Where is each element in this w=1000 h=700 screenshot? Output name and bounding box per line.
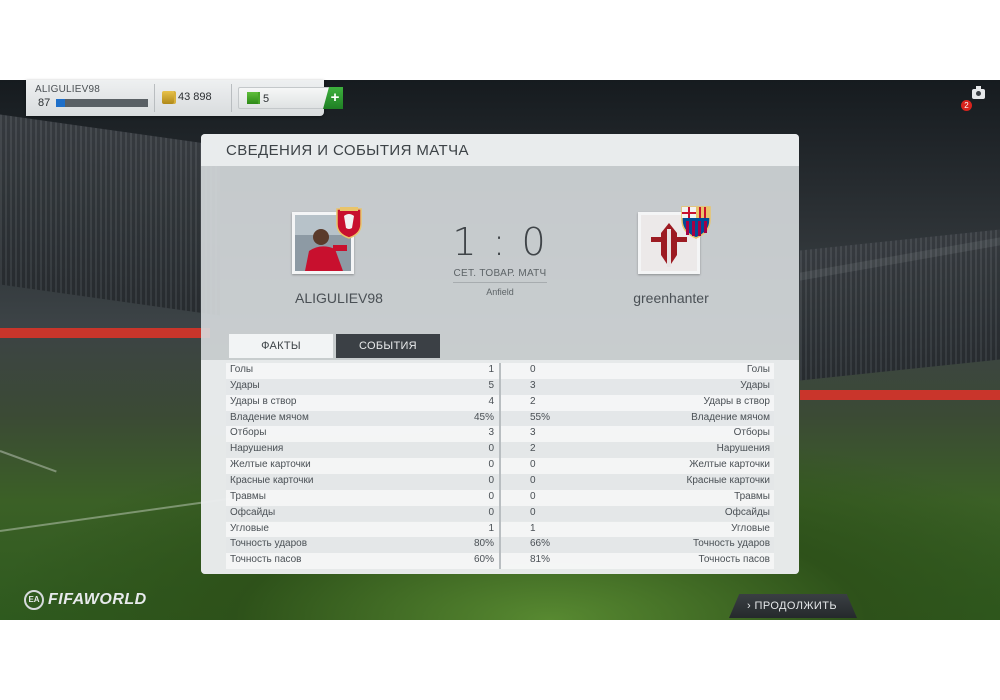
- away-stat-value: 81%: [530, 554, 551, 566]
- home-stat-label: Красные карточки: [230, 474, 314, 486]
- home-stat-value: 4: [488, 395, 494, 407]
- home-stat-label: Желтые карточки: [230, 459, 311, 471]
- match-type: СЕТ. ТОВАР. МАТЧ: [453, 268, 547, 279]
- coins-icon: [162, 91, 174, 104]
- away-stat-value: 0: [530, 474, 536, 486]
- status-bar: ALIGULIEV98 87 43 898 5 +: [26, 80, 343, 116]
- camera-icon[interactable]: [972, 86, 985, 99]
- home-stat-label: Офсайды: [230, 506, 276, 518]
- home-stat-value: 60%: [473, 554, 494, 566]
- away-stat-label: Точность пасов: [698, 554, 771, 566]
- home-stat-label: Нарушения: [230, 443, 284, 455]
- away-stat-value: 0: [530, 506, 536, 518]
- away-stat-label: Удары в створ: [703, 395, 771, 407]
- home-stat-value: 0: [488, 459, 494, 471]
- away-stat-value: 66%: [530, 538, 551, 550]
- home-stat-value: 0: [488, 490, 494, 502]
- away-stat-value: 3: [530, 427, 536, 439]
- divider: [231, 84, 232, 112]
- home-stat-value: 5: [488, 379, 494, 391]
- home-stat-label: Угловые: [230, 522, 269, 534]
- away-stat-label: Офсайды: [724, 506, 770, 518]
- tab-events[interactable]: СОБЫТИЯ: [336, 334, 440, 358]
- away-stat-value: 0: [530, 490, 536, 502]
- home-stat-value: 0: [488, 474, 494, 486]
- home-stat-value: 45%: [473, 411, 494, 423]
- coins-balance: 43 898: [178, 91, 212, 103]
- home-stat-value: 1: [488, 364, 494, 375]
- away-stat-label: Владение мячом: [691, 411, 770, 423]
- fifa-points-icon: [247, 92, 258, 104]
- panel-header: СВЕДЕНИЯ И СОБЫТИЯ МАТЧА: [201, 134, 799, 166]
- home-stat-label: Травмы: [230, 490, 266, 502]
- continue-button[interactable]: › ПРОДОЛЖИТЬ: [729, 594, 857, 618]
- right-stand: [800, 229, 1000, 381]
- player-name: ALIGULIEV98: [35, 84, 101, 95]
- away-stat-label: Травмы: [734, 490, 770, 502]
- tab-facts[interactable]: ФАКТЫ: [229, 334, 333, 358]
- away-stat-label: Желтые карточки: [689, 459, 770, 471]
- right-adboard: [800, 390, 1000, 400]
- panel-title: СВЕДЕНИЯ И СОБЫТИЯ МАТЧА: [226, 142, 469, 159]
- notification-badge[interactable]: 2: [961, 100, 972, 111]
- home-stat-label: Точность ударов: [230, 538, 308, 550]
- match-details-panel: СВЕДЕНИЯ И СОБЫТИЯ МАТЧА ALIGULIEV98 1 :…: [201, 134, 799, 574]
- home-stat-value: 1: [488, 522, 494, 534]
- away-stat-value: 55%: [530, 411, 551, 423]
- home-stat-label: Удары: [230, 379, 260, 391]
- left-adboard: [0, 328, 210, 338]
- left-stand: [0, 114, 220, 316]
- away-stat-label: Отборы: [733, 427, 770, 439]
- home-stat-label: Точность пасов: [230, 554, 302, 566]
- xp-progress-bar: [56, 99, 148, 107]
- divider: [154, 84, 155, 112]
- away-stat-value: 1: [530, 522, 536, 534]
- barcelona-crest-icon: [681, 206, 711, 239]
- home-stat-value: 80%: [473, 538, 494, 550]
- ea-logo-icon: EA: [24, 590, 44, 610]
- home-stat-label: Голы: [230, 364, 254, 375]
- add-points-button[interactable]: +: [323, 87, 343, 109]
- pitch-line-2: [0, 450, 57, 473]
- away-stat-label: Удары: [740, 379, 770, 391]
- home-stat-value: 0: [488, 506, 494, 518]
- away-stat-value: 2: [530, 443, 536, 455]
- points-box: 5 +: [238, 87, 343, 109]
- away-stat-value: 2: [530, 395, 536, 407]
- player-level: 87: [38, 97, 51, 109]
- fifa-world-text: FIFAWORLD: [48, 591, 147, 608]
- home-stat-value: 0: [488, 443, 494, 455]
- home-stat-label: Владение мячом: [230, 411, 309, 423]
- xp-progress-fill: [56, 99, 66, 107]
- away-stat-label: Угловые: [731, 522, 770, 534]
- away-stat-label: Голы: [746, 364, 770, 375]
- away-stat-label: Красные карточки: [686, 474, 770, 486]
- home-stat-label: Отборы: [230, 427, 267, 439]
- away-stat-label: Нарушения: [716, 443, 770, 455]
- divider: [453, 282, 547, 283]
- home-stat-value: 3: [488, 427, 494, 439]
- home-stat-label: Удары в створ: [230, 395, 297, 407]
- stats-divider: [499, 363, 501, 569]
- away-stat-value: 3: [530, 379, 536, 391]
- away-team-name: greenhanter: [633, 290, 709, 306]
- away-stat-label: Точность ударов: [692, 538, 770, 550]
- away-stat-value: 0: [530, 459, 536, 471]
- points-balance: 5: [263, 93, 270, 105]
- away-stat-value: 0: [530, 364, 536, 375]
